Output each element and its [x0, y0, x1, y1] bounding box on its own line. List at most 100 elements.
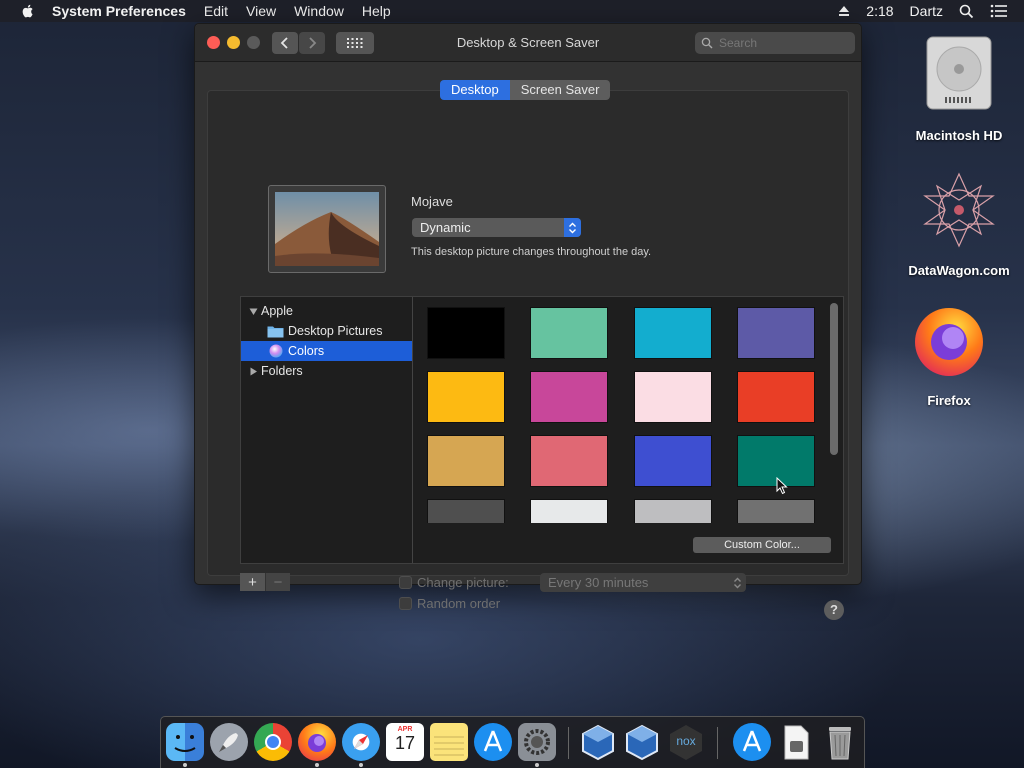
calendar-month: APR [397, 726, 413, 733]
tab-screen-saver[interactable]: Screen Saver [509, 80, 611, 100]
search-field[interactable] [695, 32, 855, 54]
sidebar-item-colors-label: Colors [288, 344, 325, 358]
sidebar-item-desktop-pictures-label: Desktop Pictures [288, 324, 383, 338]
add-folder-button[interactable]: + [240, 573, 265, 591]
datawagon-logo-icon [923, 172, 995, 248]
spotlight-search-icon[interactable] [959, 4, 974, 19]
dock-finder[interactable] [166, 723, 204, 761]
current-picture-preview [268, 185, 386, 273]
menu-bar: System Preferences Edit View Window Help… [0, 0, 1024, 22]
color-swatch[interactable] [737, 371, 815, 423]
color-swatch[interactable] [634, 499, 712, 523]
apple-menu-icon[interactable] [20, 3, 36, 19]
firefox-icon [308, 734, 326, 752]
color-swatch[interactable] [634, 307, 712, 359]
picture-mode-select[interactable]: Dynamic [412, 218, 581, 237]
dock-calendar[interactable]: APR 17 [386, 723, 424, 761]
add-remove-control: + − [240, 573, 290, 591]
dock-notes[interactable] [430, 723, 468, 761]
color-swatch[interactable] [427, 307, 505, 359]
help-button[interactable]: ? [824, 600, 844, 620]
notification-center-icon[interactable] [990, 4, 1008, 18]
sidebar-item-colors[interactable]: Colors [241, 341, 412, 361]
random-order-checkbox[interactable] [399, 597, 412, 610]
desktop-icon-label: Firefox [927, 393, 971, 408]
picture-mode-value: Dynamic [420, 220, 471, 235]
compass-icon [354, 735, 368, 749]
dock-trash[interactable] [821, 723, 859, 761]
sidebar-item-desktop-pictures[interactable]: Desktop Pictures [241, 321, 412, 341]
grid-scrollbar[interactable] [830, 303, 838, 455]
custom-color-button[interactable]: Custom Color... [693, 537, 831, 553]
menu-help[interactable]: Help [362, 3, 391, 19]
calendar-day: 17 [394, 733, 416, 753]
color-swatch[interactable] [427, 435, 505, 487]
color-swatch[interactable] [427, 499, 505, 523]
color-swatch[interactable] [530, 435, 608, 487]
dock-launchpad[interactable] [210, 723, 248, 761]
color-swatch[interactable] [427, 371, 505, 423]
folder-icon [267, 326, 284, 337]
dock-chrome[interactable] [254, 723, 292, 761]
picture-name: Mojave [411, 194, 453, 209]
eject-icon[interactable] [838, 5, 850, 17]
virtualbox-icon [582, 724, 614, 761]
menu-edit[interactable]: Edit [204, 3, 228, 19]
dock-nox[interactable]: nox [667, 723, 705, 761]
sidebar-group-folders[interactable]: Folders [241, 361, 412, 381]
change-picture-option: Change picture: [399, 575, 509, 590]
dock-app-store[interactable] [474, 723, 512, 761]
desktop-icon-firefox[interactable]: Firefox [900, 300, 998, 408]
source-sidebar: Apple Desktop Pictures Colors Folders [241, 297, 413, 563]
desktop-icon-datawagon[interactable]: DataWagon.com [900, 170, 1018, 278]
dock-system-preferences[interactable] [518, 723, 556, 761]
mouse-pointer-icon [776, 477, 788, 495]
firefox-icon [915, 308, 983, 376]
running-indicator [359, 763, 363, 767]
dock-virtualbox-2[interactable] [623, 723, 661, 761]
running-indicator [535, 763, 539, 767]
color-swatch[interactable] [530, 307, 608, 359]
app-store-icon [742, 730, 762, 752]
color-swatch[interactable] [530, 499, 608, 523]
dock-documents[interactable] [777, 723, 815, 761]
disclosure-open-icon[interactable] [249, 307, 258, 316]
nox-label: nox [676, 734, 696, 748]
hard-drive-icon [926, 36, 992, 110]
color-swatch[interactable] [737, 499, 815, 523]
rocket-icon [219, 733, 238, 752]
tab-desktop[interactable]: Desktop [440, 80, 510, 100]
notes-icon [434, 736, 464, 756]
menu-window[interactable]: Window [294, 3, 344, 19]
dock-separator [717, 727, 718, 759]
color-swatch[interactable] [634, 371, 712, 423]
dock: APR 17 nox [160, 716, 865, 768]
change-interval-select[interactable]: Every 30 minutes [540, 573, 746, 592]
desktop-panel: Mojave Dynamic This desktop picture chan… [207, 90, 849, 620]
remove-folder-button[interactable]: − [265, 573, 290, 591]
disclosure-closed-icon[interactable] [249, 367, 258, 376]
running-indicator [183, 763, 187, 767]
dock-firefox[interactable] [298, 723, 336, 761]
gear-icon [524, 729, 550, 755]
sidebar-group-apple[interactable]: Apple [241, 301, 412, 321]
color-swatch[interactable] [530, 371, 608, 423]
desktop-icon-label: Macintosh HD [915, 128, 1003, 143]
change-picture-checkbox[interactable] [399, 576, 412, 589]
color-swatch[interactable] [634, 435, 712, 487]
dock-virtualbox[interactable] [579, 723, 617, 761]
menubar-clock[interactable]: 2:18 [866, 3, 893, 19]
window-titlebar[interactable]: Desktop & Screen Saver [195, 24, 861, 62]
dock-app-store-downloads[interactable] [733, 723, 771, 761]
sidebar-group-apple-label: Apple [261, 304, 293, 318]
color-swatch[interactable] [737, 307, 815, 359]
menu-app-name[interactable]: System Preferences [52, 3, 186, 19]
color-wheel-icon [269, 344, 283, 358]
desktop-icon-macintosh-hd[interactable]: Macintosh HD [905, 33, 1013, 143]
sidebar-group-folders-label: Folders [261, 364, 303, 378]
menu-view[interactable]: View [246, 3, 276, 19]
desktop-icon-label: DataWagon.com [908, 263, 1010, 278]
dock-safari[interactable] [342, 723, 380, 761]
menubar-user[interactable]: Dartz [910, 3, 943, 19]
search-input[interactable] [719, 36, 849, 50]
